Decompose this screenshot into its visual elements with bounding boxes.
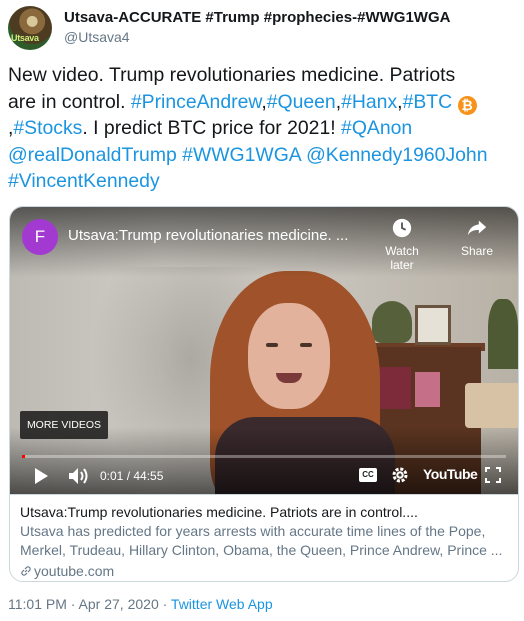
settings-gear-icon[interactable] (391, 466, 409, 484)
tweet-line-1: New video. Trump revolutionaries medicin… (8, 64, 456, 86)
card-description: Utsava has predicted for years arrests w… (20, 522, 508, 560)
more-videos-button[interactable]: MORE VIDEOS (20, 411, 108, 439)
btc-icon: ₿ (457, 95, 477, 115)
channel-avatar[interactable]: F (22, 219, 58, 255)
tweet-text-segment: . I predict BTC price for 2021! (82, 117, 342, 139)
tweet-text: New video. Trump revolutionaries medicin… (8, 62, 518, 195)
tweet-line-5: #VincentKennedy (8, 168, 518, 195)
hashtag-stocks[interactable]: #Stocks (13, 117, 82, 139)
hashtag-btc[interactable]: #BTC (403, 91, 453, 113)
video-box (375, 367, 411, 409)
video-plant (488, 299, 518, 369)
video-lamp (465, 383, 518, 428)
tweet-meta: 11:01 PM · Apr 27, 2020 · Twitter Web Ap… (8, 596, 273, 612)
tweet-line-3: ,#Stocks. I predict BTC price for 2021! … (8, 115, 518, 142)
tweet-line-4: @realDonaldTrump #WWG1WGA @Kennedy1960Jo… (8, 142, 518, 169)
play-icon[interactable] (32, 467, 50, 485)
tweet-text-segment: are in control. (8, 90, 131, 113)
author-display-name[interactable]: Utsava-ACCURATE #Trump #prophecies-#WWG1… (64, 9, 450, 26)
hashtag-hanx[interactable]: #Hanx (341, 91, 397, 113)
share-button[interactable]: Share (454, 217, 500, 258)
youtube-logo[interactable]: YouTube (423, 466, 478, 482)
fullscreen-icon[interactable] (485, 467, 501, 483)
tweet-header: Utsava Utsava-ACCURATE #Trump #prophecie… (8, 6, 516, 50)
video-progress-fill (22, 455, 25, 458)
avatar-text: Utsava (11, 33, 39, 43)
tweet-timestamp[interactable]: 11:01 PM · Apr 27, 2020 · (8, 596, 171, 612)
hashtag-prince-andrew[interactable]: #PrinceAndrew (131, 91, 261, 113)
video-plant (372, 301, 412, 343)
card-info[interactable]: Utsava:Trump revolutionaries medicine. P… (10, 494, 518, 581)
hashtag-vincentkennedy[interactable]: #VincentKennedy (8, 170, 160, 192)
author-avatar[interactable]: Utsava (8, 6, 52, 50)
mention-realdonaldtrump[interactable]: @realDonaldTrump (8, 144, 177, 166)
share-label: Share (460, 244, 494, 258)
watch-later-button[interactable]: Watch later (372, 217, 432, 272)
mention-kennedy1960john[interactable]: @Kennedy1960John (306, 144, 487, 166)
tweet-line-2: are in control. #PrinceAndrew,#Queen,#Ha… (8, 89, 518, 116)
clock-icon (392, 218, 412, 238)
hashtag-queen[interactable]: #Queen (267, 91, 336, 113)
youtube-card[interactable]: F Utsava:Trump revolutionaries medicine.… (9, 206, 519, 582)
video-picture-frame (415, 305, 451, 345)
volume-icon[interactable] (68, 467, 90, 485)
card-description-line: Merkel, Trudeau, Hillary Clinton, Obama,… (20, 542, 503, 558)
card-domain[interactable]: youtube.com (20, 561, 508, 581)
captions-button[interactable]: CC (359, 468, 377, 482)
card-domain-text: youtube.com (34, 563, 115, 579)
author-handle[interactable]: @Utsava4 (64, 29, 130, 45)
video-person-face (248, 303, 330, 409)
video-title[interactable]: Utsava:Trump revolutionaries medicine. .… (68, 227, 348, 244)
video-person-eye (266, 343, 278, 347)
video-progress-bar[interactable] (22, 455, 506, 458)
video-time: 0:01 / 44:55 (100, 469, 164, 483)
share-icon (467, 220, 487, 236)
tweet-source[interactable]: Twitter Web App (171, 596, 273, 612)
link-icon (21, 566, 31, 576)
video-person-eye (300, 343, 312, 347)
video-box (415, 372, 440, 407)
watch-later-label: Watch later (385, 244, 419, 272)
video-player[interactable]: F Utsava:Trump revolutionaries medicine.… (10, 207, 518, 494)
card-title[interactable]: Utsava:Trump revolutionaries medicine. P… (20, 503, 508, 522)
hashtag-qanon[interactable]: #QAnon (341, 117, 412, 139)
card-description-line: Utsava has predicted for years arrests w… (20, 523, 486, 539)
hashtag-wwg1wga[interactable]: #WWG1WGA (182, 144, 301, 166)
